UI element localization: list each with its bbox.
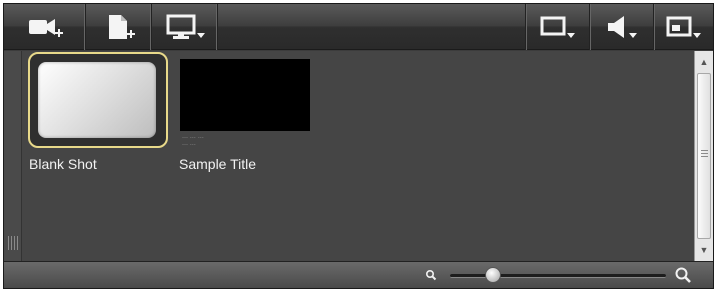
zoom-in-icon[interactable]: [674, 266, 692, 284]
audio-button[interactable]: [589, 4, 653, 50]
left-resize-rail[interactable]: [4, 51, 22, 261]
speaker-dropdown-icon: [600, 12, 644, 42]
clip-blank-shot[interactable]: Blank Shot: [28, 52, 168, 172]
sample-title-thumbnail[interactable]: [180, 59, 310, 131]
frame-dropdown-icon: [536, 12, 580, 42]
zoom-slider-track[interactable]: [450, 274, 666, 278]
clip-label[interactable]: Sample Title: [179, 156, 256, 172]
add-video-button[interactable]: [4, 4, 86, 50]
zoom-slider-knob[interactable]: [485, 267, 502, 283]
media-browser-panel: Blank Shot … … … … … Sample Title ▲ ▼: [3, 3, 714, 289]
document-plus-icon: [101, 11, 137, 43]
thumb-grip-icon: [701, 150, 708, 159]
thumbnail-caption: … … … … …: [182, 133, 204, 147]
view-mode-button[interactable]: [653, 4, 713, 50]
zoom-out-icon[interactable]: [424, 268, 438, 282]
clip-label[interactable]: Blank Shot: [29, 156, 97, 172]
scrollbar-thumb[interactable]: [697, 73, 711, 239]
scroll-up-arrow-icon[interactable]: ▲: [695, 53, 713, 71]
monitor-dropdown-icon: [162, 11, 208, 43]
scroll-down-arrow-icon[interactable]: ▼: [695, 241, 713, 259]
aspect-ratio-button[interactable]: [525, 4, 589, 50]
toolbar: [4, 4, 713, 50]
zoom-bar: [4, 261, 713, 288]
blank-shot-thumbnail[interactable]: [38, 62, 156, 138]
video-camera-plus-icon: [25, 12, 65, 42]
clip-sample-title[interactable]: … … … … … Sample Title: [179, 59, 310, 172]
vertical-scrollbar[interactable]: ▲ ▼: [694, 51, 713, 261]
clip-thumbnail-frame[interactable]: [28, 52, 168, 148]
display-menu-button[interactable]: [152, 4, 218, 50]
clip-grid: Blank Shot … … … … … Sample Title: [4, 51, 694, 261]
window-dropdown-icon: [662, 12, 706, 42]
resize-grip-icon[interactable]: [8, 236, 18, 250]
add-file-button[interactable]: [86, 4, 152, 50]
